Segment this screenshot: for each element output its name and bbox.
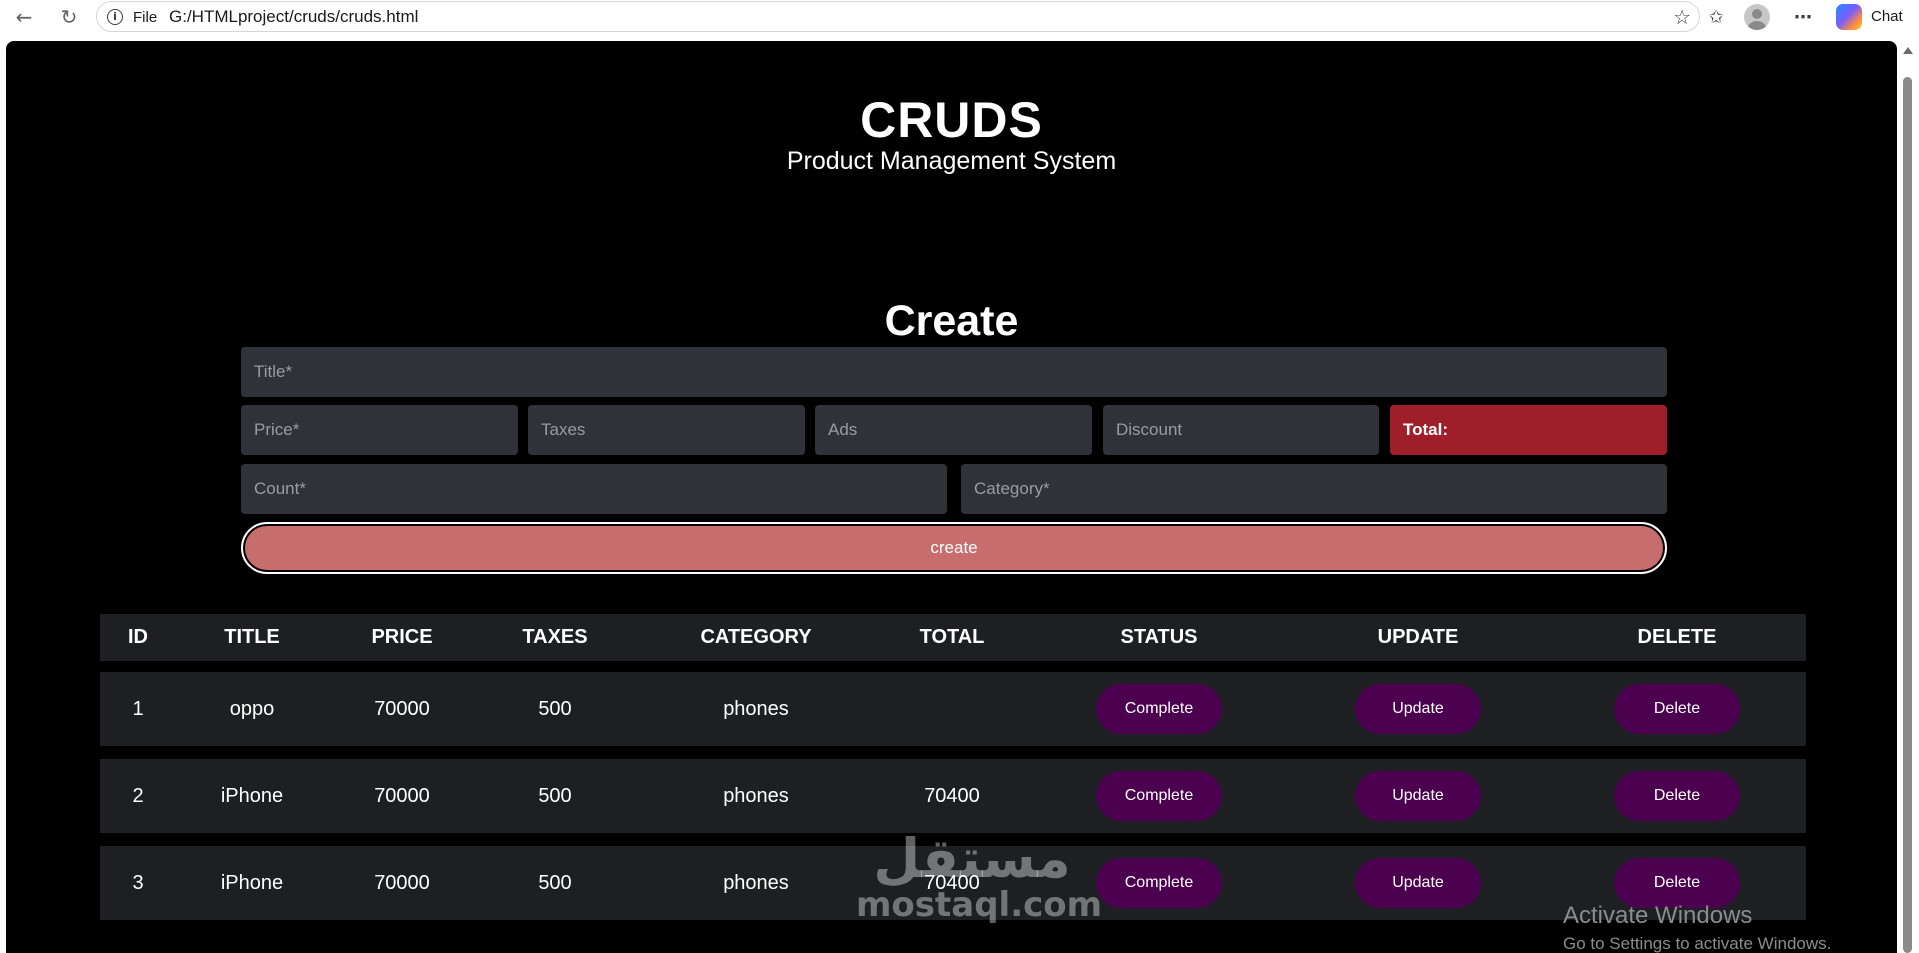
reload-icon[interactable]: ↻ (57, 5, 81, 29)
cell-total: 70400 (924, 784, 980, 807)
taxes-input[interactable] (528, 405, 805, 455)
ads-input[interactable] (815, 405, 1092, 455)
update-button[interactable]: Update (1355, 684, 1481, 734)
cell-taxes: 500 (538, 697, 572, 720)
total-label: Total: (1403, 420, 1449, 439)
table-row: 1 oppo 70000 500 phones Complete Update … (100, 672, 1806, 746)
copilot-icon[interactable] (1836, 4, 1862, 30)
page-viewport: CRUDS Product Management System Create T… (6, 41, 1897, 953)
cell-title: iPhone (220, 784, 284, 807)
delete-button[interactable]: Delete (1614, 858, 1740, 908)
favorites-icon[interactable]: ✩ (1703, 4, 1729, 30)
create-button[interactable]: create (241, 522, 1667, 574)
category-input[interactable] (961, 464, 1667, 514)
star-icon[interactable]: ☆ (1673, 5, 1691, 29)
watermark-arabic: مستقل (873, 827, 1071, 890)
column-header-category: CATEGORY (700, 626, 812, 648)
delete-button[interactable]: Delete (1614, 771, 1740, 821)
cell-id: 2 (132, 784, 144, 807)
url-text[interactable]: G:/HTMLproject/cruds/cruds.html (169, 7, 418, 27)
browser-toolbar: ← ↻ i File G:/HTMLproject/cruds/cruds.ht… (0, 0, 1919, 34)
watermark-latin: mostaql.com (856, 885, 1103, 925)
table-header: ID TITLE PRICE TAXES CATEGORY TOTAL STAT… (100, 614, 1806, 661)
complete-button[interactable]: Complete (1096, 858, 1222, 908)
column-header-delete: DELETE (1637, 626, 1717, 648)
mostaql-watermark: مستقل mostaql.com (856, 827, 1103, 925)
cell-title: oppo (229, 697, 275, 720)
complete-button[interactable]: Complete (1096, 771, 1222, 821)
total-display: Total: (1390, 405, 1667, 455)
cell-price: 70000 (374, 784, 430, 807)
column-header-price: PRICE (371, 626, 433, 648)
cell-taxes: 500 (538, 784, 572, 807)
count-input[interactable] (241, 464, 947, 514)
cell-price: 70000 (374, 697, 430, 720)
delete-button[interactable]: Delete (1614, 684, 1740, 734)
info-icon[interactable]: i (107, 9, 123, 25)
vertical-scrollbar[interactable] (1897, 41, 1919, 953)
column-header-title: TITLE (224, 626, 280, 648)
cell-title: iPhone (220, 871, 284, 894)
update-button[interactable]: Update (1355, 858, 1481, 908)
cell-id: 1 (132, 697, 144, 720)
back-arrow-icon[interactable]: ← (12, 5, 36, 29)
address-bar[interactable]: i File G:/HTMLproject/cruds/cruds.html ☆ (96, 1, 1700, 32)
cell-category: phones (723, 871, 789, 894)
cell-taxes: 500 (538, 871, 572, 894)
column-header-update: UPDATE (1377, 626, 1459, 648)
column-header-total: TOTAL (919, 626, 985, 648)
cell-category: phones (723, 697, 789, 720)
page-subtitle: Product Management System (786, 147, 1117, 175)
activate-windows-notice: Activate Windows Go to Settings to activ… (1563, 902, 1831, 953)
chat-button[interactable]: Chat (1871, 8, 1903, 25)
cell-id: 3 (132, 871, 144, 894)
cell-category: phones (723, 784, 789, 807)
discount-input[interactable] (1103, 405, 1379, 455)
activate-windows-title: Activate Windows (1563, 902, 1753, 929)
table-row: 2 iPhone 70000 500 phones 70400 Complete… (100, 759, 1806, 833)
update-button[interactable]: Update (1355, 771, 1481, 821)
complete-button[interactable]: Complete (1096, 684, 1222, 734)
create-heading: Create (884, 297, 1019, 345)
column-header-id: ID (128, 626, 148, 648)
title-input[interactable] (241, 347, 1667, 397)
activate-windows-hint: Go to Settings to activate Windows. (1563, 934, 1832, 953)
price-input[interactable] (241, 405, 518, 455)
scrollbar-thumb[interactable] (1903, 77, 1912, 953)
page-title: CRUDS (860, 92, 1043, 148)
profile-icon[interactable] (1744, 4, 1770, 30)
scroll-up-icon[interactable] (1903, 47, 1913, 54)
column-header-status: STATUS (1120, 626, 1198, 648)
more-icon[interactable]: ⋯ (1790, 4, 1816, 30)
cell-price: 70000 (374, 871, 430, 894)
url-scheme-label: File (133, 9, 158, 26)
column-header-taxes: TAXES (522, 626, 588, 648)
